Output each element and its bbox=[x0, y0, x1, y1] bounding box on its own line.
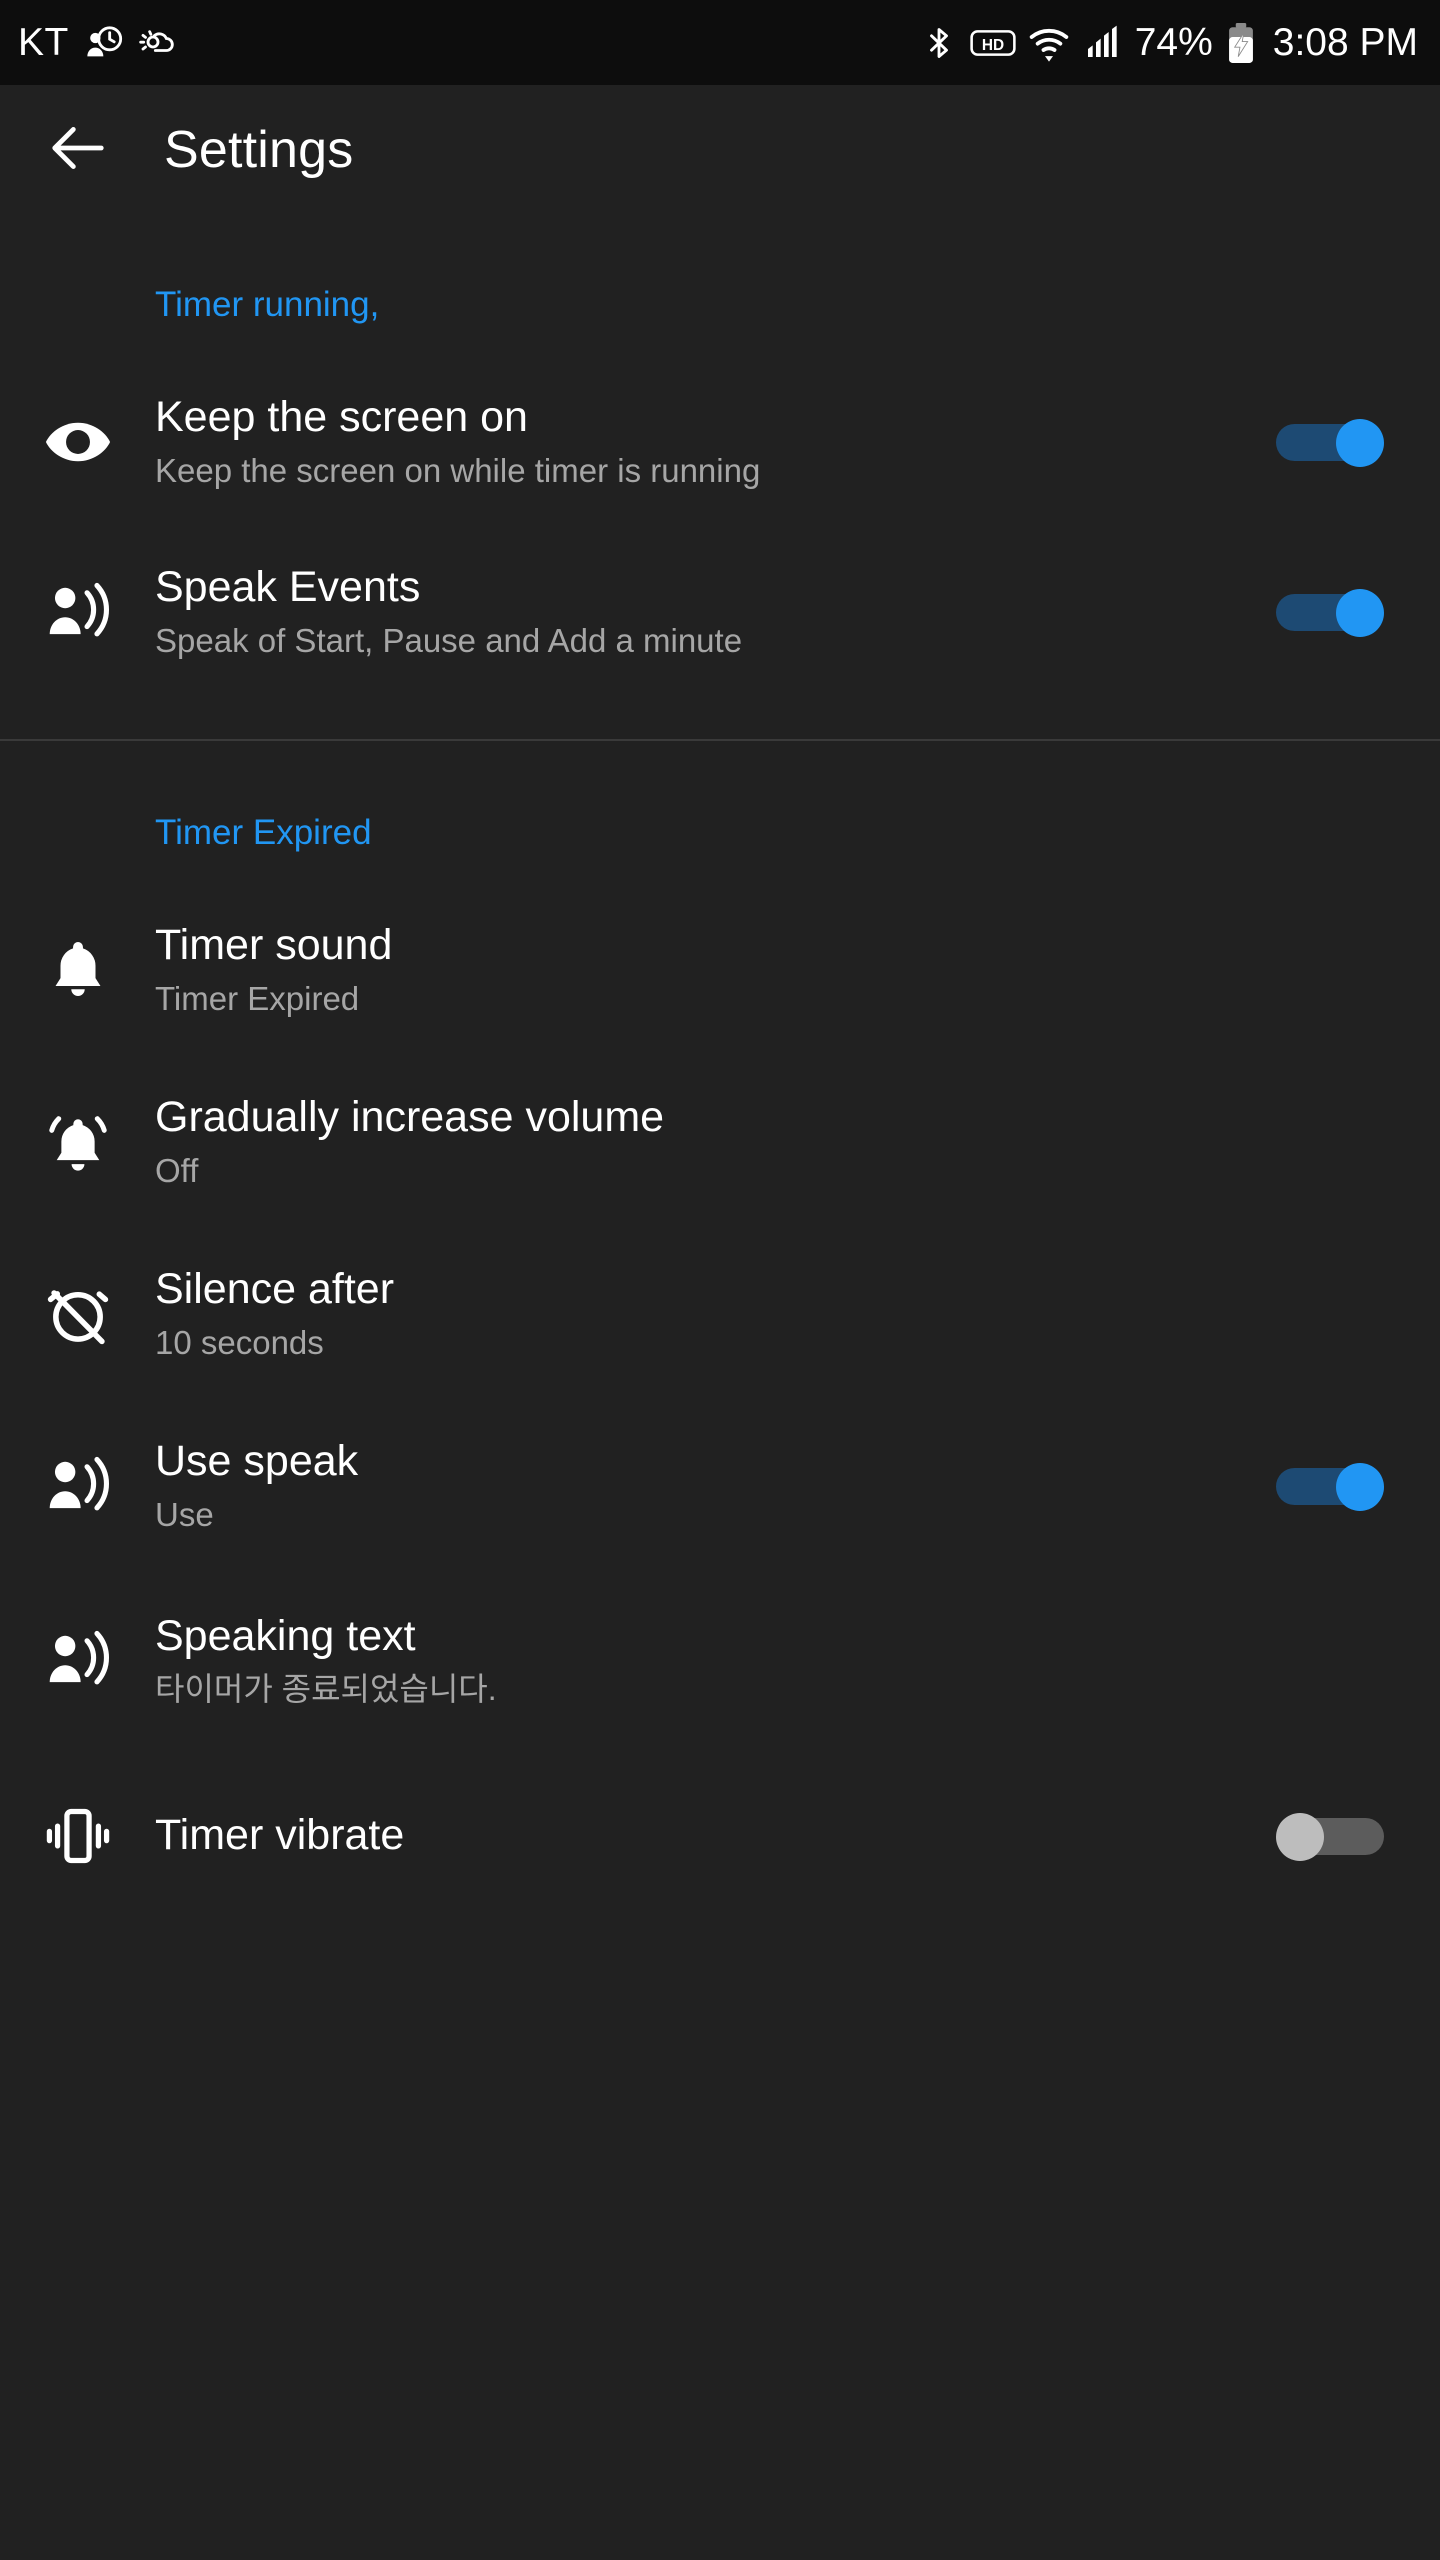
clock-label: 3:08 PM bbox=[1272, 21, 1418, 64]
setting-row-silence-after[interactable]: Silence after 10 seconds bbox=[0, 1239, 1440, 1389]
record-voice-over-icon bbox=[0, 577, 155, 647]
weather-partly-cloudy-icon bbox=[137, 23, 177, 63]
setting-title: Keep the screen on bbox=[155, 392, 528, 441]
setting-row-speak-events[interactable]: Speak Events Speak of Start, Pause and A… bbox=[0, 537, 1440, 687]
setting-row-keep-screen-on[interactable]: Keep the screen on Keep the screen on wh… bbox=[0, 367, 1440, 517]
setting-row-timer-vibrate[interactable]: Timer vibrate bbox=[0, 1761, 1440, 1911]
setting-title: Timer vibrate bbox=[155, 1811, 405, 1860]
setting-subtitle: Speak of Start, Pause and Add a minute bbox=[155, 622, 743, 660]
setting-title: Use speak bbox=[155, 1436, 359, 1485]
carrier-label: KT bbox=[18, 21, 69, 64]
battery-charging-icon bbox=[1226, 22, 1256, 64]
eye-icon bbox=[0, 407, 155, 477]
setting-title: Silence after bbox=[155, 1264, 395, 1313]
setting-row-text: Timer vibrate bbox=[155, 1811, 1258, 1860]
section-header-timer-running: Timer running, bbox=[155, 285, 380, 324]
setting-row-text: Gradually increase volume Off bbox=[155, 1093, 1384, 1191]
status-bar: KT HD 74% 3:08 PM bbox=[0, 0, 1440, 85]
status-bar-right: HD 74% 3:08 PM bbox=[921, 22, 1418, 64]
record-voice-over-icon bbox=[0, 1625, 155, 1695]
toggle-thumb bbox=[1276, 1813, 1324, 1861]
bluetooth-icon bbox=[921, 23, 957, 63]
setting-subtitle: Keep the screen on while timer is runnin… bbox=[155, 452, 761, 490]
setting-row-use-speak[interactable]: Use speak Use bbox=[0, 1411, 1440, 1561]
setting-title: Gradually increase volume bbox=[155, 1092, 665, 1141]
toggle-keep-screen-on[interactable] bbox=[1276, 419, 1384, 467]
setting-title: Speaking text bbox=[155, 1611, 416, 1660]
section-header-timer-expired: Timer Expired bbox=[155, 813, 372, 852]
wifi-icon bbox=[1029, 23, 1069, 63]
person-clock-icon bbox=[83, 23, 123, 63]
setting-row-text: Keep the screen on Keep the screen on wh… bbox=[155, 393, 1258, 491]
page-title: Settings bbox=[164, 121, 354, 179]
svg-text:HD: HD bbox=[982, 37, 1004, 54]
toggle-thumb bbox=[1336, 419, 1384, 467]
section-divider bbox=[0, 739, 1440, 741]
arrow-back-icon bbox=[47, 117, 109, 184]
notifications-bell-icon bbox=[0, 935, 155, 1005]
vibration-icon bbox=[0, 1801, 155, 1871]
toggle-thumb bbox=[1336, 589, 1384, 637]
setting-subtitle: Use bbox=[155, 1496, 214, 1534]
setting-title: Speak Events bbox=[155, 562, 421, 611]
setting-row-speaking-text[interactable]: Speaking text 타이머가 종료되었습니다. bbox=[0, 1585, 1440, 1735]
setting-subtitle: 타이머가 종료되었습니다. bbox=[155, 1671, 497, 1708]
toggle-use-speak[interactable] bbox=[1276, 1463, 1384, 1511]
back-button[interactable] bbox=[36, 108, 120, 192]
status-bar-left: KT bbox=[18, 23, 177, 63]
record-voice-over-icon bbox=[0, 1451, 155, 1521]
setting-row-text: Timer sound Timer Expired bbox=[155, 921, 1384, 1019]
notifications-active-bell-icon bbox=[0, 1107, 155, 1177]
cellular-signal-icon bbox=[1082, 23, 1122, 63]
setting-row-text: Silence after 10 seconds bbox=[155, 1265, 1384, 1363]
setting-row-text: Speak Events Speak of Start, Pause and A… bbox=[155, 563, 1258, 661]
toggle-timer-vibrate[interactable] bbox=[1276, 1813, 1384, 1861]
setting-row-timer-sound[interactable]: Timer sound Timer Expired bbox=[0, 895, 1440, 1045]
toggle-speak-events[interactable] bbox=[1276, 589, 1384, 637]
setting-subtitle: Timer Expired bbox=[155, 980, 360, 1018]
setting-subtitle: Off bbox=[155, 1152, 199, 1190]
setting-row-gradually-increase-volume[interactable]: Gradually increase volume Off bbox=[0, 1067, 1440, 1217]
toggle-thumb bbox=[1336, 1463, 1384, 1511]
battery-percent-label: 74% bbox=[1134, 21, 1213, 64]
setting-row-text: Use speak Use bbox=[155, 1437, 1258, 1535]
alarm-off-icon bbox=[0, 1279, 155, 1349]
hd-icon: HD bbox=[970, 25, 1016, 61]
setting-row-text: Speaking text 타이머가 종료되었습니다. bbox=[155, 1612, 1384, 1709]
app-bar: Settings bbox=[0, 90, 1440, 210]
setting-title: Timer sound bbox=[155, 920, 393, 969]
setting-subtitle: 10 seconds bbox=[155, 1324, 324, 1362]
